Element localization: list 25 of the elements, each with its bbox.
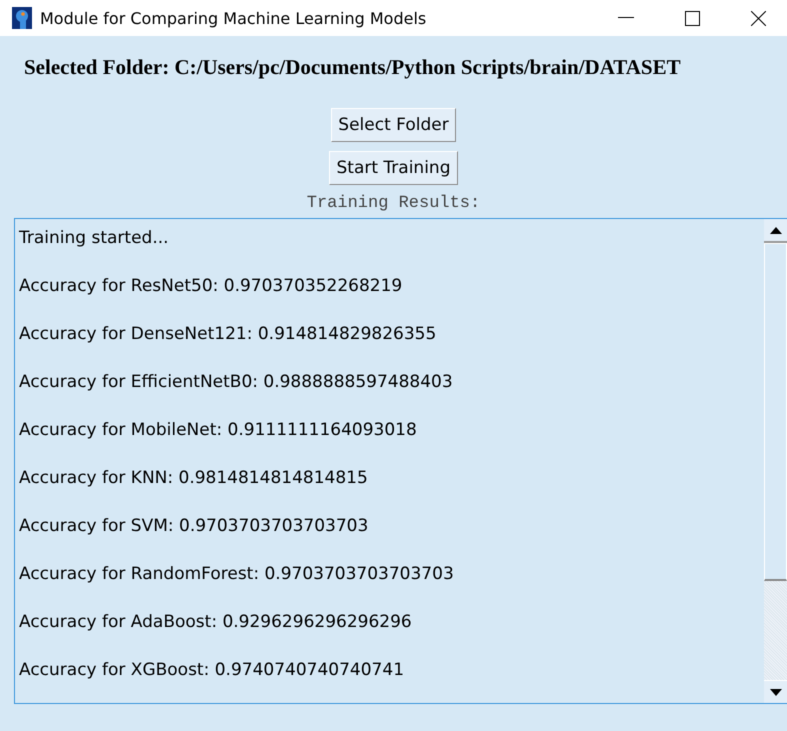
selected-folder-text: Selected Folder: C:/Users/pc/Documents/Python Scripts/brain/DATASET <box>24 55 681 80</box>
result-line: Accuracy for KNN: 0.9814814814814815 <box>19 467 369 490</box>
brain-head-icon <box>12 7 32 29</box>
scrollbar[interactable] <box>764 219 787 703</box>
minimize-icon <box>618 17 634 19</box>
select-folder-button[interactable]: Select Folder <box>331 108 456 142</box>
scroll-up-button[interactable] <box>764 219 787 243</box>
result-line: Accuracy for AdaBoost: 0.9296296296296296 <box>19 611 413 634</box>
up-arrow-icon <box>770 226 782 234</box>
result-line: Accuracy for MobileNet: 0.9111111164093018 <box>19 419 418 442</box>
result-line: Accuracy for DenseNet121: 0.914814829826355 <box>19 323 438 346</box>
result-line: Accuracy for SVM: 0.9703703703703703 <box>19 515 370 538</box>
result-line: Accuracy for RandomForest: 0.9703703703703703 <box>19 563 455 586</box>
start-training-button[interactable]: Start Training <box>329 151 458 185</box>
result-line: Accuracy for ResNet50: 0.970370352268219 <box>19 275 404 298</box>
result-line: Training started... <box>19 227 170 250</box>
scroll-down-button[interactable] <box>764 680 787 703</box>
result-line: Accuracy for EfficientNetB0: 0.9888888597488403 <box>19 371 454 394</box>
scroll-thumb[interactable] <box>764 243 787 581</box>
window-title: Module for Comparing Machine Learning Models <box>40 8 428 28</box>
maximize-icon <box>684 10 700 26</box>
close-icon <box>750 10 766 26</box>
results-label: Training Results: <box>306 194 480 213</box>
down-arrow-icon <box>770 688 782 696</box>
result-line: Accuracy for XGBoost: 0.9740740740740741 <box>19 659 406 682</box>
